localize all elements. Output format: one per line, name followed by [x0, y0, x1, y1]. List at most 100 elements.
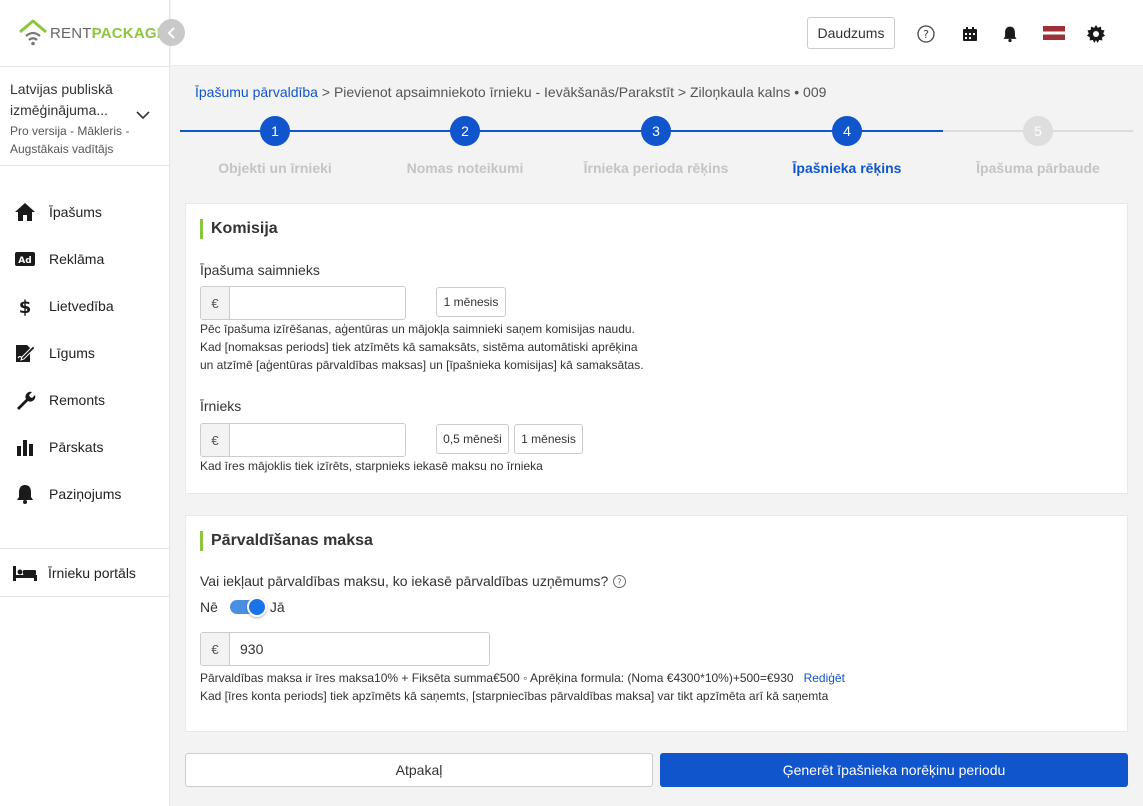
- sidebar-item-report[interactable]: Pārskats: [0, 423, 170, 470]
- owner-commission-input[interactable]: [230, 287, 405, 319]
- help-icon[interactable]: ?: [612, 574, 627, 589]
- svg-text:$: $: [19, 297, 32, 317]
- svg-text:?: ?: [618, 576, 622, 586]
- breadcrumb-separator: >: [317, 84, 334, 100]
- home-icon: [15, 202, 35, 221]
- commission-card: Komisija Īpašuma saimnieks € 1 mēnesis P…: [185, 203, 1128, 494]
- sidebar-item-label: Lietvedība: [49, 297, 114, 314]
- ad-icon: Ad: [15, 251, 35, 266]
- owner-commission-field: €: [200, 286, 406, 320]
- sidebar-item-tenant-portal[interactable]: Īrnieku portāls: [0, 549, 170, 597]
- tenant-commission-field: €: [200, 423, 406, 457]
- step-label: Īrnieka perioda rēķins: [583, 160, 729, 176]
- step-3[interactable]: 3 Īrnieka perioda rēķins: [561, 116, 751, 176]
- wrench-icon: [17, 391, 36, 410]
- management-fee-field: €: [200, 632, 490, 666]
- tenant-label: Īrnieks: [200, 398, 242, 414]
- step-5[interactable]: 5 Īpašuma pārbaude: [943, 116, 1133, 176]
- svg-text:?: ?: [923, 28, 929, 41]
- management-fee-card: Pārvaldīšanas maksa Vai iekļaut pārvaldī…: [185, 515, 1128, 732]
- sidebar-collapse-button[interactable]: [158, 19, 185, 46]
- chevron-left-icon: [167, 26, 175, 39]
- step-label: Īpašuma pārbaude: [976, 160, 1100, 176]
- tenant-half-month-button[interactable]: 0,5 mēneši: [436, 424, 509, 454]
- edit-formula-link[interactable]: Rediģēt: [804, 671, 845, 685]
- step-number: 1: [260, 116, 290, 146]
- sidebar: RENTPACKAGE Latvijas publiskā izmēģināju…: [0, 0, 170, 806]
- latvian-flag-icon[interactable]: [1043, 26, 1065, 40]
- owner-one-month-button[interactable]: 1 mēnesis: [436, 287, 506, 317]
- back-button[interactable]: Atpakaļ: [185, 753, 653, 787]
- sidebar-item-property[interactable]: Īpašums: [0, 188, 170, 235]
- sidebar-item-label: Reklāma: [49, 250, 105, 267]
- breadcrumb-root-link[interactable]: Īpašumu pārvaldība: [195, 84, 318, 100]
- house-wifi-logo-icon: [18, 19, 48, 47]
- card-title: Komisija: [200, 219, 278, 239]
- contract-icon: [16, 344, 36, 362]
- include-management-fee-toggle[interactable]: [229, 597, 267, 617]
- organization-selector[interactable]: Latvijas publiskā izmēģinājuma... Pro ve…: [0, 66, 170, 166]
- management-help-text: Kad [īres konta periods] tiek apzīmēts k…: [200, 689, 829, 703]
- sidebar-item-label: Īrnieku portāls: [48, 564, 136, 581]
- breadcrumb: Īpašumu pārvaldība > Pievienot apsaimnie…: [195, 84, 826, 100]
- topbar: Daudzums ?: [171, 0, 1143, 66]
- step-number: 4: [832, 116, 862, 146]
- bar-chart-icon: [17, 439, 33, 456]
- breadcrumb-property: Ziloņkaula kalns • 009: [689, 84, 827, 100]
- logo-text: RENTPACKAGE: [50, 24, 167, 42]
- org-role: Pro versija - Mākleris - Augstākais vadī…: [10, 124, 130, 156]
- sidebar-item-contract[interactable]: Līgums: [0, 329, 170, 376]
- sidebar-item-accounting[interactable]: $ Lietvedība: [0, 282, 170, 329]
- gear-icon[interactable]: [1086, 24, 1106, 44]
- sidebar-item-ads[interactable]: Ad Reklāma: [0, 235, 170, 282]
- org-name: Latvijas publiskā izmēģinājuma...: [10, 81, 113, 118]
- breadcrumb-separator: >: [674, 84, 690, 100]
- management-toggle-row: Nē Jā: [200, 597, 285, 617]
- progress-stepper: 1 Objekti un īrnieki 2 Nomas noteikumi 3…: [180, 116, 1133, 186]
- toggle-yes-label: Jā: [269, 599, 285, 615]
- sidebar-item-label: Līgums: [49, 344, 95, 361]
- currency-prefix: €: [201, 633, 230, 665]
- step-label: Objekti un īrnieki: [218, 160, 332, 176]
- step-number: 3: [641, 116, 671, 146]
- quantity-button[interactable]: Daudzums: [807, 17, 895, 49]
- formula-text: Pārvaldības maksa ir īres maksa10% + Fik…: [200, 671, 794, 685]
- toggle-knob: [246, 597, 267, 617]
- sidebar-item-repair[interactable]: Remonts: [0, 376, 170, 423]
- sidebar-item-label: Pārskats: [49, 438, 104, 455]
- notification-bell-icon[interactable]: [1000, 24, 1020, 44]
- svg-text:Ad: Ad: [18, 256, 31, 266]
- step-1[interactable]: 1 Objekti un īrnieki: [180, 116, 370, 176]
- sidebar-nav: Īpašums Ad Reklāma $ Lietvedība Līgums R…: [0, 188, 170, 517]
- question-text: Vai iekļaut pārvaldības maksu, ko iekasē…: [200, 573, 609, 589]
- step-2[interactable]: 2 Nomas noteikumi: [370, 116, 560, 176]
- owner-help-text: Pēc īpašuma izīrēšanas, aģentūras un māj…: [200, 320, 644, 374]
- step-label-current: Īpašnieka rēķins: [792, 160, 902, 176]
- chevron-down-icon[interactable]: [136, 107, 150, 125]
- management-question: Vai iekļaut pārvaldības maksu, ko iekasē…: [200, 573, 627, 589]
- help-line: Kad [nomaksas periods] tiek atzīmēts kā …: [200, 340, 638, 354]
- generate-owner-billing-button[interactable]: Ģenerēt īpašnieka norēķinu periodu: [660, 753, 1128, 787]
- step-4[interactable]: 4 Īpašnieka rēķins: [752, 116, 942, 176]
- management-fee-input[interactable]: [230, 633, 489, 665]
- currency-prefix: €: [201, 424, 230, 456]
- tenant-one-month-button[interactable]: 1 mēnesis: [514, 424, 583, 454]
- step-label: Nomas noteikumi: [406, 160, 524, 176]
- step-number: 2: [450, 116, 480, 146]
- sidebar-item-label: Īpašums: [49, 203, 102, 220]
- sidebar-item-label: Remonts: [49, 391, 106, 408]
- management-formula: Pārvaldības maksa ir īres maksa10% + Fik…: [200, 669, 845, 687]
- help-line: Pēc īpašuma izīrēšanas, aģentūras un māj…: [200, 322, 635, 336]
- owner-label: Īpašuma saimnieks: [200, 262, 320, 278]
- breadcrumb-step: Pievienot apsaimniekoto īrnieku - Ievākš…: [333, 84, 674, 100]
- bed-icon: [13, 565, 37, 581]
- help-icon[interactable]: ?: [916, 24, 936, 44]
- sidebar-item-notification[interactable]: Paziņojums: [0, 470, 170, 517]
- tenant-help-text: Kad īres mājoklis tiek izīrēts, starpnie…: [200, 459, 543, 473]
- calendar-icon[interactable]: [960, 24, 980, 44]
- help-line: un atzīmē [aģentūras pārvaldības maksas]…: [200, 358, 644, 372]
- tenant-commission-input[interactable]: [230, 424, 405, 456]
- logo[interactable]: RENTPACKAGE: [18, 18, 167, 48]
- toggle-no-label: Nē: [200, 599, 218, 615]
- currency-prefix: €: [201, 287, 230, 319]
